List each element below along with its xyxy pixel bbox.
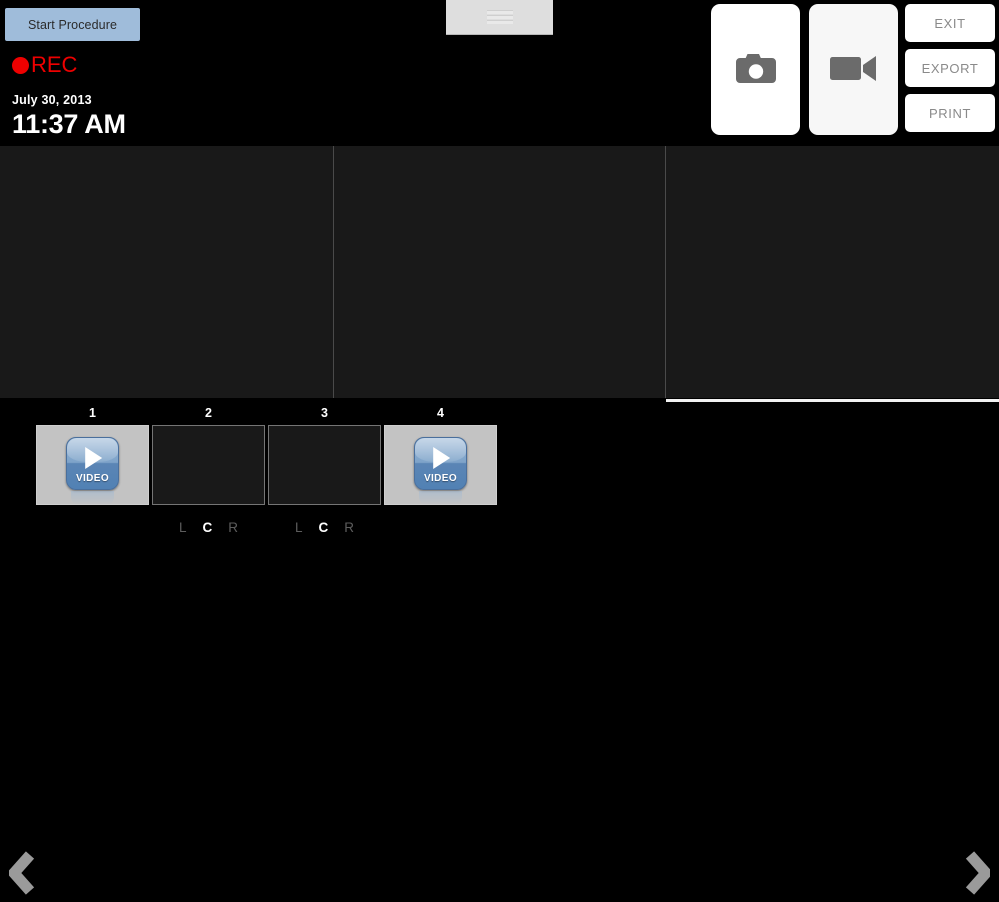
thumbnail-number: 3 — [321, 406, 328, 420]
record-dot-icon — [12, 56, 29, 74]
capture-photo-button[interactable] — [711, 4, 800, 135]
thumbnail-cell-3[interactable] — [268, 425, 381, 505]
lcr-selector-3: L C R — [268, 520, 381, 536]
lcr-option-r[interactable]: R — [344, 520, 354, 536]
thumbnail-cell-4[interactable]: VIDEO — [384, 425, 497, 505]
lcr-selector-2: L C R — [152, 520, 265, 536]
export-button[interactable]: EXPORT — [905, 49, 995, 87]
capture-video-button[interactable] — [809, 4, 898, 135]
rec-label: REC — [31, 52, 78, 77]
drag-handle-icon[interactable] — [446, 0, 553, 35]
play-triangle-icon — [432, 446, 450, 469]
viewer-pane-container — [0, 146, 999, 402]
thumbnail-column-3: 3 L C R — [268, 404, 381, 535]
lcr-option-l[interactable]: L — [179, 520, 187, 536]
thumbnail-list: 1 VIDEO 2 L C R 3 L C R 4 VIDEO — [36, 404, 497, 535]
lcr-option-r[interactable]: R — [228, 520, 238, 536]
top-toolbar: Start Procedure REC July 30, 2013 11:37 … — [0, 0, 999, 145]
lcr-option-c[interactable]: C — [319, 520, 329, 536]
video-play-badge[interactable]: VIDEO — [414, 436, 467, 504]
thumbnail-cell-2[interactable] — [152, 425, 265, 505]
lcr-option-l[interactable]: L — [295, 520, 303, 536]
viewer-pane-3[interactable] — [665, 146, 999, 402]
date-time-display: July 30, 2013 11:37 AM — [12, 92, 126, 140]
viewer-pane-2[interactable] — [333, 146, 665, 398]
thumbnail-number: 1 — [89, 406, 96, 420]
thumbnail-number: 2 — [205, 406, 212, 420]
recording-status: REC — [12, 52, 77, 78]
video-badge-label: VIDEO — [423, 472, 458, 484]
procedure-capture-app: Start Procedure REC July 30, 2013 11:37 … — [0, 0, 999, 895]
thumbnail-filmstrip: 1 VIDEO 2 L C R 3 L C R 4 VIDEO — [0, 404, 999, 895]
viewer-pane-1[interactable] — [0, 146, 333, 398]
thumbnail-column-1: 1 VIDEO — [36, 404, 149, 505]
thumbnail-number: 4 — [437, 406, 444, 420]
video-badge-label: VIDEO — [75, 472, 110, 484]
start-procedure-button[interactable]: Start Procedure — [5, 8, 140, 41]
current-date: July 30, 2013 — [12, 93, 92, 107]
exit-button[interactable]: EXIT — [905, 4, 995, 42]
thumbnail-column-4: 4 VIDEO — [384, 404, 497, 505]
lcr-option-c[interactable]: C — [203, 520, 213, 536]
drag-handle-lines — [486, 10, 513, 24]
chevron-right-icon[interactable] — [957, 844, 997, 902]
camcorder-icon — [829, 53, 879, 86]
thumbnail-column-2: 2 L C R — [152, 404, 265, 535]
video-play-badge[interactable]: VIDEO — [66, 436, 119, 504]
current-time: 11:37 AM — [12, 109, 126, 139]
play-triangle-icon — [84, 446, 102, 469]
print-button[interactable]: PRINT — [905, 94, 995, 132]
thumbnail-cell-1[interactable]: VIDEO — [36, 425, 149, 505]
chevron-left-icon[interactable] — [2, 844, 42, 902]
camera-icon — [734, 51, 778, 88]
